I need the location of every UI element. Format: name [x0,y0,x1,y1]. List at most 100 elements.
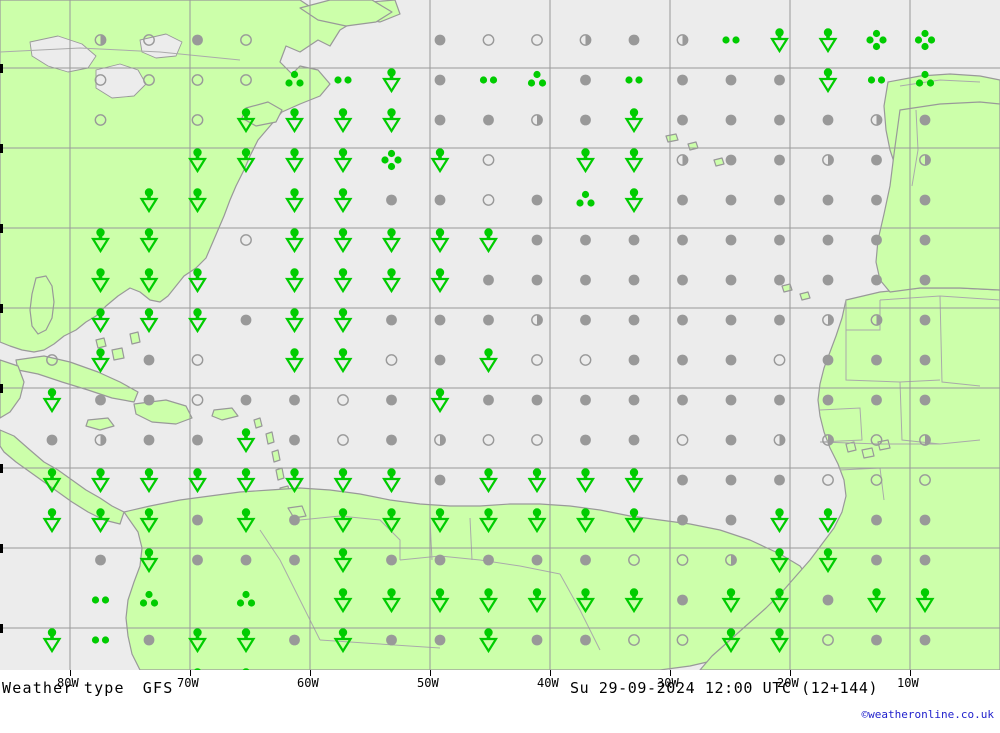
lat-tick-0 [0,64,3,73]
weather-symbol-overcast [871,274,882,286]
weather-symbol-overcast [434,634,446,646]
weather-symbol-overcast [725,154,737,166]
weather-symbol-overcast [725,434,737,446]
weather-symbol-overcast [289,634,300,646]
weather-symbol-overcast [919,194,931,206]
weather-symbol-shower [333,108,353,134]
weather-symbol-partly [822,154,834,166]
weather-symbol-shower [382,228,401,254]
weather-symbol-overcast [919,114,931,126]
weather-symbol-overcast [580,434,591,446]
weather-symbol-shower [382,468,401,494]
weather-symbol-overcast [192,34,203,46]
weather-symbol-overcast [677,74,688,86]
weather-symbol-overcast [677,114,688,126]
weather-symbol-shower [818,68,838,94]
weather-symbol-shower [818,508,838,534]
weather-symbol-overcast [677,234,688,246]
weather-symbol-shower [430,508,450,534]
weather-symbol-overcast [774,314,785,326]
weather-symbol-overcast [774,274,785,286]
weather-symbol-overcast [677,194,688,206]
weather-symbol-shower [91,508,110,534]
weather-symbol-clear [143,74,155,86]
weather-symbol-rain2 [722,36,740,44]
weather-symbol-partly [94,34,107,46]
weather-symbol-rain4 [914,29,936,51]
weather-symbol-overcast [483,394,494,406]
weather-symbol-clear [628,634,640,646]
weather-symbol-overcast [434,114,446,126]
weather-symbol-clear [531,34,543,46]
weather-symbol-clear [870,474,883,486]
weather-symbol-overcast [919,554,931,566]
weather-symbol-shower [333,548,353,574]
weather-symbol-shower [285,188,304,214]
weather-symbol-overcast [434,34,446,46]
weather-symbol-shower [42,388,62,414]
copyright-notice: ©weatheronline.co.uk [861,708,994,721]
map-canvas[interactable] [0,0,1000,670]
weather-symbol-rain2 [479,76,498,84]
weather-symbol-shower [42,508,62,534]
weather-symbol-shower [479,588,498,614]
weather-symbol-overcast [580,234,591,246]
weather-symbol-shower [236,428,256,454]
weather-symbol-shower [430,148,450,174]
weather-symbol-overcast [822,274,834,286]
weather-symbol-partly [676,154,689,166]
weather-symbol-rain4 [381,149,402,171]
weather-symbol-shower [91,468,110,494]
weather-symbol-clear [94,74,107,86]
weather-symbol-overcast [725,394,737,406]
weather-symbol-overcast [531,634,543,646]
lon-label-50w: 50W [417,676,439,690]
lon-tick-40w [550,670,551,676]
weather-symbol-layer [0,0,1000,670]
weather-symbol-rain3 [915,70,935,87]
weather-symbol-overcast [822,594,834,606]
weather-symbol-shower [576,468,595,494]
weather-symbol-clear [191,354,204,366]
weather-symbol-overcast [580,114,591,126]
weather-symbol-shower [624,588,644,614]
weather-symbol-overcast [628,354,640,366]
weather-symbol-overcast [919,234,931,246]
weather-symbol-shower [91,348,110,374]
lat-tick-3 [0,304,3,313]
weather-symbol-shower [721,588,741,614]
weather-symbol-shower [188,468,207,494]
weather-symbol-clear [94,114,107,126]
weather-symbol-clear [337,394,349,406]
weather-symbol-overcast [580,314,591,326]
weather-symbol-overcast [725,74,737,86]
weather-symbol-overcast [46,434,58,446]
weather-symbol-partly [919,154,931,166]
lat-tick-2 [0,224,3,233]
weather-symbol-rain3 [236,590,256,607]
weather-symbol-overcast [774,194,785,206]
weather-symbol-shower [382,68,401,94]
weather-symbol-shower [139,268,159,294]
weather-symbol-overcast [871,514,882,526]
weather-symbol-shower [285,228,304,254]
weather-symbol-overcast [919,274,931,286]
weather-symbol-overcast [143,634,155,646]
weather-symbol-shower [430,388,450,414]
weather-symbol-clear [676,634,689,646]
weather-symbol-overcast [871,554,882,566]
weather-symbol-overcast [677,514,688,526]
weather-symbol-overcast [725,474,737,486]
weather-symbol-shower [236,108,256,134]
weather-symbol-shower [42,628,62,654]
weather-symbol-clear [822,474,834,486]
weather-symbol-overcast [822,194,834,206]
weather-symbol-overcast [725,514,737,526]
weather-symbol-shower [236,148,256,174]
weather-symbol-overcast [483,314,494,326]
weather-symbol-shower [818,548,838,574]
weather-symbol-overcast [919,394,931,406]
weather-symbol-rain3 [139,590,159,607]
weather-symbol-overcast [628,234,640,246]
weather-symbol-clear [143,34,155,46]
